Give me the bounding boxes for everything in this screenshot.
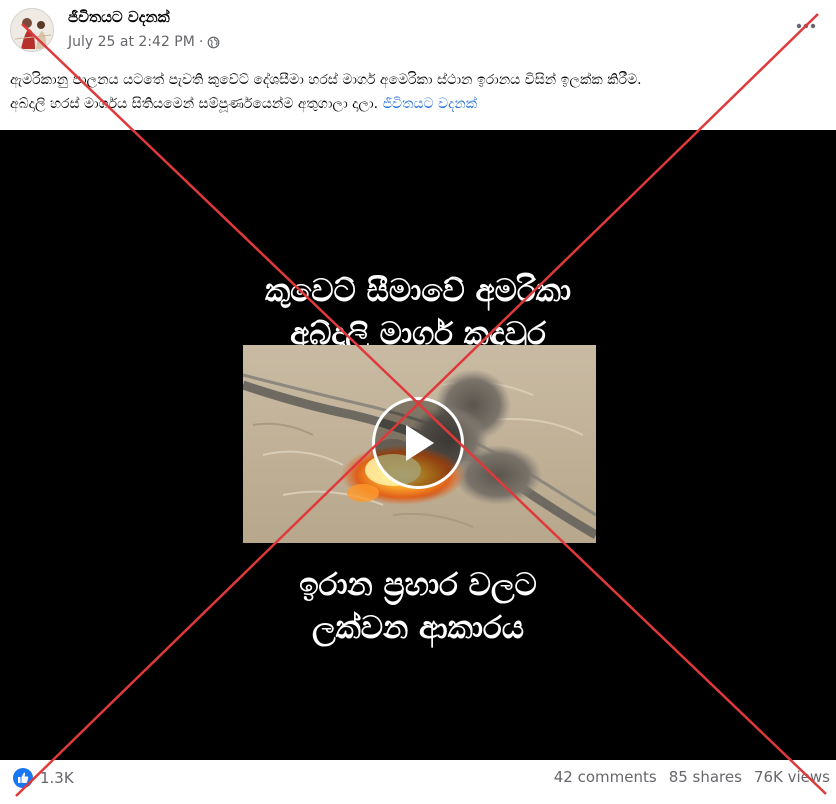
more-options-button[interactable]: [794, 14, 818, 38]
video-overlay-bottom: ඉරාන ප්‍රහාර වලට ලක්වන ආකාරය: [0, 564, 836, 650]
shares-count[interactable]: 85 shares: [669, 768, 742, 786]
meta-separator: ·: [198, 34, 204, 50]
post-caption: ඇමරිකානු පාලනය යටතේ පැවති කුවේට් දේශසීමා…: [10, 68, 826, 116]
post-timestamp[interactable]: July 25 at 2:42 PM: [68, 34, 195, 50]
caption-line-1: ඇමරිකානු පාලනය යටතේ පැවති කුවේට් දේශසීමා…: [10, 72, 642, 88]
globe-icon: [207, 36, 220, 48]
post-meta: July 25 at 2:42 PM ·: [68, 34, 220, 50]
avatar-image: [11, 9, 53, 51]
overlay-top-line-1: කුවෙට් සීමාවේ අමරිකා: [264, 273, 572, 309]
overlay-bottom-line-2: ලක්වන ආකාරය: [311, 610, 525, 646]
caption-page-link[interactable]: ජීවිතයට වදනක්: [383, 96, 478, 112]
more-options-icon: [796, 23, 816, 29]
video-overlay-top: කුවෙට් සීමාවේ අමරිකා අබ්දාලි මාර්ග කඳවුර: [0, 270, 836, 356]
reactions-summary[interactable]: 1.3K: [12, 767, 74, 789]
post-stats: 42 comments 85 shares 76K views: [554, 768, 830, 786]
caption-line-2-text: අබ්දාලි හරස් මාර්ගය සිතියමෙන් සම්පූර්ණයෙ…: [10, 96, 379, 112]
play-icon: [406, 425, 434, 461]
views-count: 76K views: [753, 768, 830, 786]
overlay-bottom-line-1: ඉරාන ප්‍රහාර වලට: [299, 567, 537, 603]
author-name[interactable]: ජීවිතයට වදනක්: [68, 8, 170, 26]
video-player[interactable]: කුවෙට් සීමාවේ අමරිකා අබ්දාලි මාර්ග කඳවුර: [0, 130, 836, 760]
caption-line-2: අබ්දාලි හරස් මාර්ගය සිතියමෙන් සම්පූර්ණයෙ…: [10, 92, 826, 116]
reaction-count: 1.3K: [40, 769, 74, 787]
author-avatar[interactable]: [10, 8, 54, 52]
like-icon: [13, 768, 33, 788]
post-header: ජීවිතයට වදනක් July 25 at 2:42 PM ·: [0, 0, 836, 62]
comments-count[interactable]: 42 comments: [554, 768, 657, 786]
engagement-bar: 1.3K 42 comments 85 shares 76K views: [0, 760, 836, 804]
play-button[interactable]: [372, 397, 464, 489]
